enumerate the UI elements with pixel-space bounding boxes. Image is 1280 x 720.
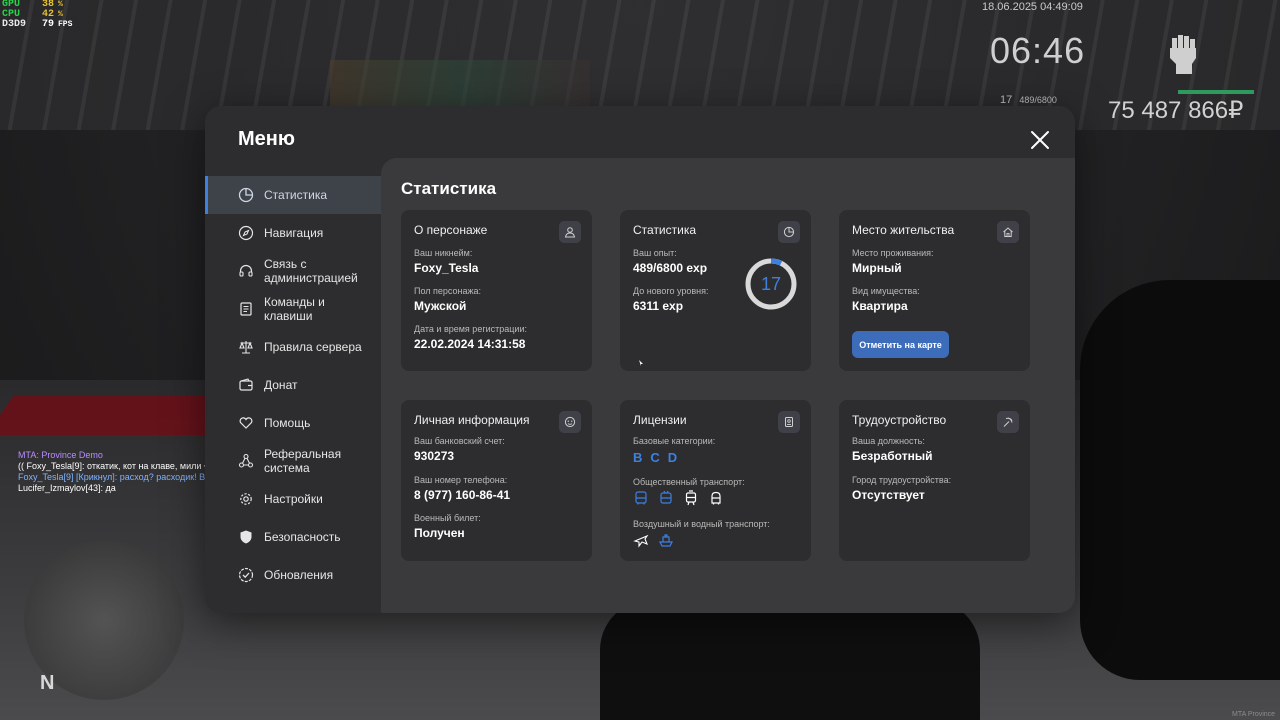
hud-clock: 06:46 (990, 30, 1086, 71)
level-number: 17 (760, 273, 782, 294)
card-title: Трудоустройство (852, 413, 947, 427)
tram-icon (685, 490, 697, 506)
trolleybus-icon (660, 490, 672, 504)
heart-hand-icon (238, 415, 254, 431)
pickaxe-icon (997, 411, 1019, 433)
public-transport-icons (633, 490, 724, 506)
car-right (1080, 280, 1280, 680)
close-icon[interactable] (1028, 128, 1052, 152)
sidebar-item-settings[interactable]: Настройки (205, 480, 381, 518)
sidebar-item-admin-contact[interactable]: Связь с администрацией (205, 252, 381, 290)
exp-field: Ваш опыт: 489/6800 exp (633, 248, 708, 275)
job-position-field: Ваша должность: Безработный (852, 436, 933, 463)
sidebar-item-rules[interactable]: Правила сервера (205, 328, 381, 366)
card-personal-info: Личная информация Ваш банковский счет: 9… (401, 400, 592, 561)
sidebar-item-navigation[interactable]: Навигация (205, 214, 381, 252)
next-level-field: До нового уровня: 6311 exp (633, 286, 709, 313)
scales-icon (238, 339, 254, 355)
card-title: Статистика (633, 223, 697, 237)
sidebar-item-updates[interactable]: Обновления (205, 556, 381, 594)
military-id-field: Военный билет: Получен (414, 513, 481, 540)
shield-icon (238, 529, 254, 545)
sidebar: Статистика Навигация Связь с администрац… (205, 176, 408, 594)
card-statistics: Статистика Ваш опыт: 489/6800 exp До нов… (620, 210, 811, 371)
card-residence: Место жительства Место проживания: Мирны… (839, 210, 1030, 371)
fps-overlay: GPU 38 % CPU 42 % D3D9 79 FPS (2, 0, 72, 30)
coach-icon (711, 491, 721, 505)
air-water-transport-icons (633, 532, 674, 548)
plane-icon (633, 534, 649, 548)
card-title: Личная информация (414, 413, 530, 427)
fist-icon (1170, 35, 1196, 74)
watermark: MTA Province (1232, 711, 1276, 718)
license-category: B (633, 450, 643, 465)
phone-field: Ваш номер телефона: 8 (977) 160-86-41 (414, 475, 511, 502)
clock-pie-icon (778, 221, 800, 243)
face-icon (559, 411, 581, 433)
card-employment: Трудоустройство Ваша должность: Безработ… (839, 400, 1030, 561)
user-icon (559, 221, 581, 243)
compass-icon (238, 225, 254, 241)
license-category: C (650, 450, 660, 465)
registration-field: Дата и время регистрации: 22.02.2024 14:… (414, 324, 527, 351)
boat-icon (659, 534, 673, 547)
place-field: Место проживания: Мирный (852, 248, 934, 275)
headset-icon (238, 263, 254, 279)
public-transport-label: Общественный транспорт: (633, 477, 745, 487)
wallet-icon (238, 377, 254, 393)
sidebar-item-security[interactable]: Безопасность (205, 518, 381, 556)
sidebar-item-help[interactable]: Помощь (205, 404, 381, 442)
card-title: Место жительства (852, 223, 955, 237)
sidebar-item-statistics[interactable]: Статистика (205, 176, 408, 214)
document-icon (238, 301, 254, 317)
content-panel: Статистика О персонаже Ваш никнейм: Foxy… (381, 158, 1075, 613)
bus-icon (635, 491, 647, 505)
mark-on-map-button[interactable]: Отметить на карте (852, 331, 949, 358)
hud-money: 75 487 866₽ (1108, 97, 1244, 124)
job-city-field: Город трудоустройства: Отсутствует (852, 475, 952, 502)
card-title: О персонаже (414, 223, 488, 237)
id-badge-icon (778, 411, 800, 433)
compass-north: N (40, 672, 55, 694)
property-field: Вид имущества: Квартира (852, 286, 920, 313)
sidebar-item-commands[interactable]: Команды и клавиши (205, 290, 381, 328)
nickname-field: Ваш никнейм: Foxy_Tesla (414, 248, 479, 275)
home-icon (997, 221, 1019, 243)
card-title: Лицензии (633, 413, 687, 427)
check-circle-icon (238, 567, 254, 583)
menu-title: Меню (238, 128, 295, 150)
license-categories: BCD (633, 450, 685, 465)
d3d-row: D3D9 79 FPS (2, 19, 73, 30)
sidebar-item-referral[interactable]: Реферальная система (205, 442, 381, 480)
card-licenses: Лицензии Базовые категории: BCD Обществе… (620, 400, 811, 561)
health-bar (1178, 90, 1254, 94)
license-category: D (667, 450, 678, 465)
air-water-transport-label: Воздушный и водный транспорт: (633, 519, 770, 529)
bank-account-field: Ваш банковский счет: 930273 (414, 436, 505, 463)
pie-chart-icon (238, 187, 254, 203)
hud-level: 17 489/6800 (1000, 94, 1057, 106)
gear-icon (238, 491, 254, 507)
page-title: Статистика (401, 179, 497, 198)
hud-datetime: 18.06.2025 04:49:09 (982, 1, 1083, 13)
network-icon (238, 453, 254, 469)
card-character: О персонаже Ваш никнейм: Foxy_Tesla Пол … (401, 210, 592, 371)
base-categories-label: Базовые категории: (633, 436, 716, 446)
gender-field: Пол персонажа: Мужской (414, 286, 482, 313)
sidebar-item-donate[interactable]: Донат (205, 366, 381, 404)
car-bottom (600, 600, 980, 720)
mouse-cursor (639, 360, 643, 366)
